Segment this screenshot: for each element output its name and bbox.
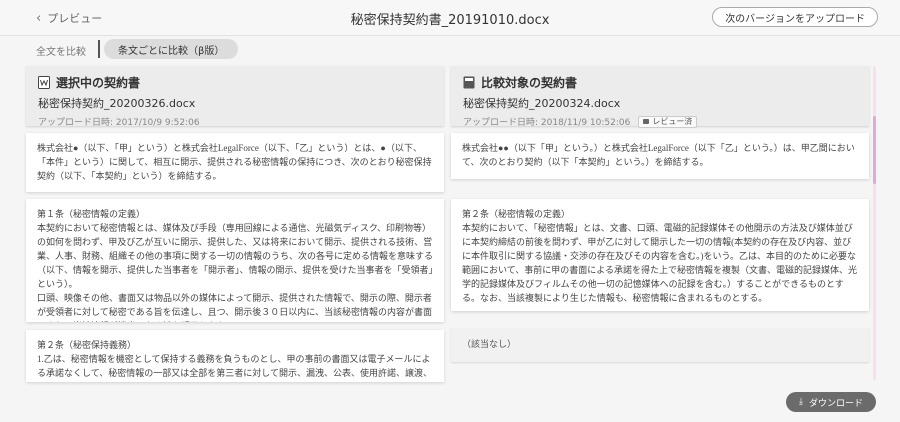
selected-contract-filename: 秘密保持契約_20200326.docx [38, 97, 196, 110]
comparison-contract-heading: 比較対象の契約書 [481, 76, 578, 90]
book-icon [463, 76, 475, 89]
download-label: ダウンロード [808, 398, 863, 409]
clause-text: 第２条（秘密保持義務） 1.乙は、秘密情報を機密として保持する義務を負うものとし… [37, 340, 433, 378]
clause-text: 株式会社●（以下、「甲」という）と株式会社LegalForce（以下、「乙」とい… [37, 143, 432, 181]
tab-divider [98, 40, 100, 58]
selected-contract-pane: 選択中の契約書 秘密保持契約_20200326.docx アップロード日時: 2… [26, 66, 444, 128]
selected-contract-header: 選択中の契約書 秘密保持契約_20200326.docx アップロード日時: 2… [26, 66, 444, 128]
comparison-contract-pane: 比較対象の契約書 秘密保持契約_20200324.docx アップロード日時: … [451, 66, 869, 128]
upload-next-version-button[interactable]: 次のバージョンをアップロード [712, 7, 878, 27]
left-clause-2: 第２条（秘密保持義務） 1.乙は、秘密情報を機密として保持する義務を負うものとし… [26, 330, 444, 382]
download-button[interactable]: ⤓ ダウンロード [786, 392, 876, 412]
right-clause-2: 第２条（秘密情報の定義） 本契約において、「秘密情報」とは、文書、口頭、電磁的記… [451, 199, 869, 311]
top-bar: ‹ プレビュー 秘密保持契約書_20191010.docx 次のバージョンをアッ… [0, 0, 900, 36]
word-doc-icon [38, 76, 50, 89]
review-status-label: レビュー済 [652, 117, 693, 126]
download-icon: ⤓ [799, 397, 803, 407]
tab-clause-compare[interactable]: 条文ごとに比較（β版） [104, 39, 239, 59]
left-clause-preamble: 株式会社●（以下、「甲」という）と株式会社LegalForce（以下、「乙」とい… [26, 133, 444, 192]
selected-contract-heading: 選択中の契約書 [56, 76, 141, 90]
scrollbar-thumb[interactable] [873, 116, 876, 184]
comparison-contract-filename: 秘密保持契約_20200324.docx [463, 97, 621, 110]
scrollbar-track[interactable] [873, 66, 876, 380]
review-status-badge: レビュー済 [638, 115, 698, 128]
comparison-contract-upload-date: アップロード日時: 2018/11/9 10:52:06 [463, 118, 631, 128]
tab-full-compare[interactable]: 全文を比較 [36, 43, 86, 58]
clause-text: 第１条（秘密情報の定義） 本契約において秘密情報とは、媒体及び手段（専用回線によ… [37, 209, 434, 322]
clause-text: 第２条（秘密情報の定義） 本契約において、「秘密情報」とは、文書、口頭、電磁的記… [462, 209, 858, 303]
right-clause-none: （該当なし） [451, 328, 869, 362]
right-clause-preamble: 株式会社●●（以下「甲」という。）と株式会社LegalForce（以下「乙」とい… [451, 133, 869, 179]
comparison-contract-header: 比較対象の契約書 秘密保持契約_20200324.docx アップロード日時: … [451, 66, 869, 128]
left-clause-1: 第１条（秘密情報の定義） 本契約において秘密情報とは、媒体及び手段（専用回線によ… [26, 199, 444, 322]
clause-text: （該当なし） [462, 340, 517, 350]
compare-tabs: 全文を比較 条文ごとに比較（β版） [0, 36, 900, 62]
selected-contract-upload-date: アップロード日時: 2017/10/9 9:52:06 [38, 118, 200, 128]
clause-text: 株式会社●●（以下「甲」という。）と株式会社LegalForce（以下「乙」とい… [462, 143, 855, 167]
tag-icon [643, 119, 650, 124]
